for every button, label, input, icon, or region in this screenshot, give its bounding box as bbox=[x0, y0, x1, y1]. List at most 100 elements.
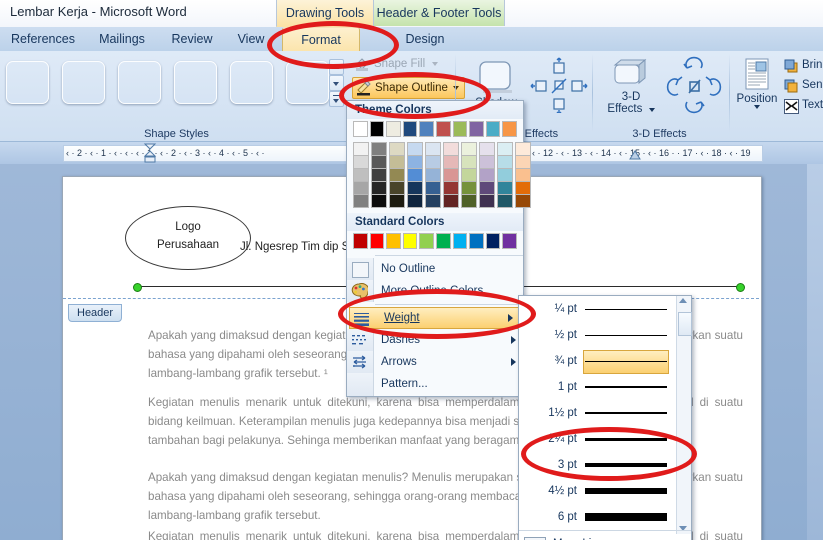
tab-mailings[interactable]: Mailings bbox=[90, 27, 154, 51]
theme-variant-swatch-5-0[interactable] bbox=[443, 142, 459, 156]
theme-color-swatch-8[interactable] bbox=[485, 121, 501, 137]
theme-color-swatch-2[interactable] bbox=[386, 121, 401, 137]
weight-item-list[interactable]: ¼ pt ½ pt ¾ pt 1 pt 1½ pt 2¼ pt 3 pt 4½ pt 6 pt bbox=[519, 296, 691, 530]
menu-item-more-outline-colors[interactable]: More Outline Colors bbox=[347, 280, 523, 302]
styles-more-button[interactable] bbox=[329, 91, 344, 107]
theme-variant-swatch-6-2[interactable] bbox=[461, 169, 477, 182]
position-chevron-down-icon[interactable] bbox=[754, 105, 760, 109]
theme-variant-swatch-9-3[interactable] bbox=[515, 182, 531, 195]
contextual-tab-header-footer-tools[interactable]: Header & Footer Tools bbox=[373, 0, 505, 26]
weight-item-2[interactable]: ¾ pt bbox=[519, 348, 691, 374]
shape-style-swatch-orange[interactable] bbox=[286, 61, 329, 104]
theme-variant-swatch-6-3[interactable] bbox=[461, 182, 477, 195]
standard-color-swatch-0[interactable] bbox=[353, 233, 368, 249]
theme-variant-swatch-7-2[interactable] bbox=[479, 169, 495, 182]
theme-variant-column-4[interactable] bbox=[425, 142, 441, 208]
tab-view[interactable]: View bbox=[228, 27, 274, 51]
weight-item-1[interactable]: ½ pt bbox=[519, 322, 691, 348]
theme-variant-swatch-1-2[interactable] bbox=[371, 169, 387, 182]
theme-variant-swatch-9-1[interactable] bbox=[515, 156, 531, 169]
theme-variant-swatch-4-0[interactable] bbox=[425, 142, 441, 156]
theme-variant-swatch-3-4[interactable] bbox=[407, 195, 423, 208]
theme-variant-swatch-8-3[interactable] bbox=[497, 182, 513, 195]
theme-variant-swatch-2-0[interactable] bbox=[389, 142, 405, 156]
theme-variant-swatch-1-0[interactable] bbox=[371, 142, 387, 156]
theme-variant-swatch-4-3[interactable] bbox=[425, 182, 441, 195]
logo-shape-oval[interactable]: Logo Perusahaan bbox=[125, 206, 251, 270]
standard-colors-row[interactable] bbox=[347, 231, 523, 253]
standard-color-swatch-5[interactable] bbox=[435, 233, 451, 249]
tab-design[interactable]: Design bbox=[394, 27, 456, 51]
theme-variant-swatch-9-0[interactable] bbox=[515, 142, 531, 156]
theme-variant-swatch-7-0[interactable] bbox=[479, 142, 495, 156]
theme-variant-swatch-1-4[interactable] bbox=[371, 195, 387, 208]
theme-variant-swatch-2-1[interactable] bbox=[389, 156, 405, 169]
theme-variant-column-7[interactable] bbox=[479, 142, 495, 208]
theme-variant-swatch-5-2[interactable] bbox=[443, 169, 459, 182]
theme-variant-swatch-1-1[interactable] bbox=[371, 156, 387, 169]
weight-item-8[interactable]: 6 pt bbox=[519, 504, 691, 530]
theme-variant-column-2[interactable] bbox=[389, 142, 405, 208]
theme-color-swatch-7[interactable] bbox=[469, 121, 484, 137]
theme-variant-swatch-6-4[interactable] bbox=[461, 195, 477, 208]
theme-variant-swatch-0-4[interactable] bbox=[353, 195, 369, 208]
theme-variant-swatch-3-1[interactable] bbox=[407, 156, 423, 169]
theme-variant-swatch-6-0[interactable] bbox=[461, 142, 477, 156]
weight-submenu-scrollbar[interactable] bbox=[676, 296, 692, 534]
vertical-scrollbar[interactable] bbox=[807, 164, 823, 540]
shape-style-swatch-teal[interactable] bbox=[230, 61, 273, 104]
three-d-effects-chevron-down-icon[interactable] bbox=[648, 108, 655, 112]
standard-color-swatch-2[interactable] bbox=[386, 233, 401, 249]
shape-style-swatch-red[interactable] bbox=[62, 61, 105, 104]
three-d-effects-button[interactable]: 3-D Effects bbox=[600, 57, 662, 115]
indent-marker-icon[interactable] bbox=[143, 142, 157, 164]
shape-style-swatch-blue[interactable] bbox=[6, 61, 49, 104]
weight-item-6[interactable]: 3 pt bbox=[519, 452, 691, 478]
theme-variant-swatch-8-2[interactable] bbox=[497, 169, 513, 182]
theme-variant-swatch-9-4[interactable] bbox=[515, 195, 531, 208]
menu-item-pattern[interactable]: Pattern... bbox=[347, 373, 523, 396]
shape-style-swatch-purple[interactable] bbox=[174, 61, 217, 104]
theme-color-swatch-4[interactable] bbox=[419, 121, 434, 137]
weight-item-4[interactable]: 1½ pt bbox=[519, 400, 691, 426]
shape-fill-chevron-down-icon[interactable] bbox=[432, 61, 439, 66]
standard-color-swatch-9[interactable] bbox=[502, 233, 517, 249]
tab-format[interactable]: Format bbox=[282, 27, 360, 52]
theme-variant-swatch-0-2[interactable] bbox=[353, 169, 369, 182]
theme-variant-column-6[interactable] bbox=[461, 142, 477, 208]
standard-color-swatch-3[interactable] bbox=[402, 233, 418, 249]
theme-variant-swatch-7-3[interactable] bbox=[479, 182, 495, 195]
contextual-tab-drawing-tools[interactable]: Drawing Tools bbox=[276, 0, 374, 27]
shape-outline-button[interactable]: Shape Outline bbox=[352, 77, 465, 99]
theme-variant-swatch-7-4[interactable] bbox=[479, 195, 495, 208]
line-handle-left[interactable] bbox=[133, 283, 142, 292]
theme-colors-variant-grid[interactable] bbox=[347, 139, 531, 210]
theme-variant-swatch-6-1[interactable] bbox=[461, 156, 477, 169]
theme-color-swatch-5[interactable] bbox=[435, 121, 451, 137]
hanging-indent-marker-icon[interactable] bbox=[629, 150, 641, 161]
menu-item-more-lines[interactable]: More Lines... bbox=[519, 530, 691, 540]
text-wrapping-button[interactable]: Text bbox=[784, 99, 823, 114]
standard-color-swatch-7[interactable] bbox=[469, 233, 484, 249]
weight-item-3[interactable]: 1 pt bbox=[519, 374, 691, 400]
theme-variant-column-5[interactable] bbox=[443, 142, 459, 208]
theme-variant-column-0[interactable] bbox=[353, 142, 369, 208]
theme-variant-column-3[interactable] bbox=[407, 142, 423, 208]
send-to-back-button[interactable]: Send bbox=[784, 79, 823, 93]
theme-variant-swatch-0-3[interactable] bbox=[353, 182, 369, 195]
theme-variant-swatch-7-1[interactable] bbox=[479, 156, 495, 169]
theme-color-swatch-3[interactable] bbox=[402, 121, 418, 137]
theme-color-swatch-1[interactable] bbox=[369, 121, 385, 137]
theme-variant-swatch-2-4[interactable] bbox=[389, 195, 405, 208]
three-d-tilt-pad[interactable] bbox=[665, 56, 723, 114]
shape-fill-button[interactable]: Shape Fill bbox=[352, 55, 439, 74]
theme-variant-swatch-1-3[interactable] bbox=[371, 182, 387, 195]
theme-color-swatch-0[interactable] bbox=[353, 121, 368, 137]
theme-variant-swatch-2-2[interactable] bbox=[389, 169, 405, 182]
theme-variant-swatch-8-1[interactable] bbox=[497, 156, 513, 169]
theme-variant-swatch-5-1[interactable] bbox=[443, 156, 459, 169]
menu-item-arrows[interactable]: Arrows bbox=[347, 351, 523, 373]
menu-item-no-outline[interactable]: No Outline bbox=[347, 258, 523, 280]
theme-variant-swatch-0-1[interactable] bbox=[353, 156, 369, 169]
shape-outline-dropdown[interactable]: Theme Colors Standard Colors No Outline … bbox=[346, 100, 531, 397]
